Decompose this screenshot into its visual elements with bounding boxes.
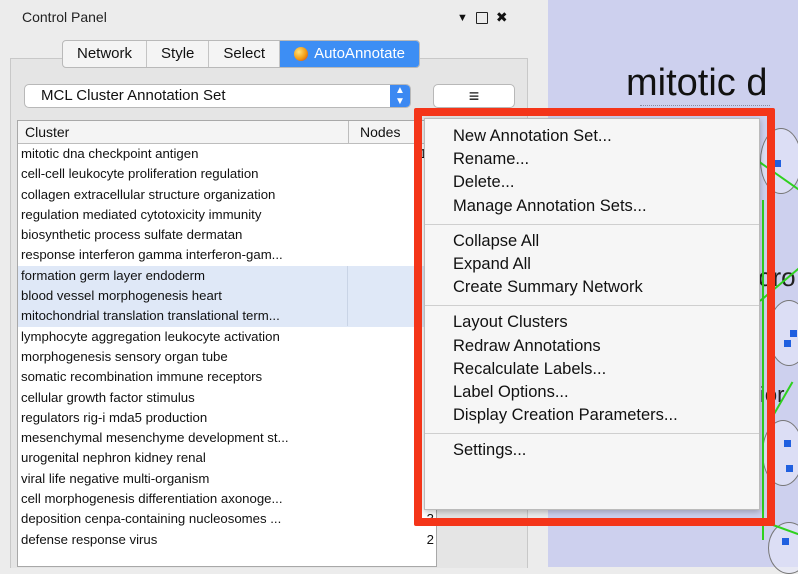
cluster-name-cell: urogenital nephron kidney renal (21, 450, 206, 466)
table-row[interactable]: mitotic dna checkpoint antigen10 (18, 144, 436, 164)
network-node (774, 160, 781, 167)
table-row[interactable]: defense response virus 2 (18, 530, 436, 550)
menu-highlight-box (414, 108, 775, 526)
table-row[interactable]: cellular growth factor stimulus (18, 388, 436, 408)
cluster-table[interactable]: Cluster Nodes mitotic dna checkpoint ant… (17, 120, 437, 567)
cluster-name-cell: mitotic dna checkpoint antigen (21, 146, 199, 161)
tab-autoannotate-label: AutoAnnotate (314, 45, 405, 62)
panel-titlebar: Control Panel ▼ ✖ (0, 0, 548, 30)
cluster-name-cell: defense response virus (21, 531, 158, 547)
close-icon[interactable]: ✖ (496, 9, 508, 26)
cluster-name-cell: cell morphogenesis differentiation axono… (21, 491, 283, 507)
tab-autoannotate[interactable]: AutoAnnotate (280, 41, 419, 67)
tab-select[interactable]: Select (209, 41, 281, 67)
tab-network[interactable]: Network (63, 41, 148, 67)
cluster-name-cell: mesenchymal mesenchyme development st... (21, 430, 289, 446)
table-row[interactable]: mitochondrial translation translational … (18, 306, 436, 327)
window-controls: ▼ ✖ (457, 9, 508, 26)
column-header-nodes: Nodes (360, 124, 401, 140)
annotation-set-value: MCL Cluster Annotation Set (41, 87, 226, 104)
table-row[interactable]: collagen extracellular structure organiz… (18, 185, 436, 205)
table-row[interactable]: regulators rig-i mda5 production (18, 408, 436, 428)
table-row[interactable]: morphogenesis sensory organ tube (18, 347, 436, 367)
network-node (784, 440, 791, 447)
cluster-name-cell: formation germ layer endoderm (21, 265, 348, 286)
hamburger-menu-button[interactable]: ≡ (433, 84, 515, 108)
cluster-name-cell: regulation mediated cytotoxicity immunit… (21, 206, 262, 222)
dropdown-arrow-icon[interactable]: ▼ (457, 12, 468, 24)
nodes-count-cell: 2 (426, 531, 434, 547)
cluster-name-cell: somatic recombination immune receptors (21, 369, 263, 385)
panel-tabs: Network Style Select AutoAnnotate (62, 40, 420, 68)
float-window-icon[interactable] (475, 11, 488, 24)
table-row[interactable]: urogenital nephron kidney renal (18, 448, 436, 468)
table-row[interactable]: formation germ layer endoderm (18, 265, 436, 287)
tab-style[interactable]: Style (147, 41, 210, 67)
cluster-name-cell: collagen extracellular structure organiz… (21, 186, 276, 202)
table-row[interactable]: biosynthetic process sulfate dermatan (18, 225, 436, 245)
annotation-set-select[interactable]: MCL Cluster Annotation Set ▲ ▼ (24, 84, 411, 108)
cluster-name-cell: deposition cenpa-containing nucleosomes … (21, 511, 282, 527)
table-row[interactable]: regulation mediated cytotoxicity immunit… (18, 205, 436, 225)
cluster-name-cell: biosynthetic process sulfate dermatan (21, 227, 243, 243)
table-row[interactable]: somatic recombination immune receptors (18, 367, 436, 387)
column-header-cluster[interactable]: Cluster (25, 124, 69, 140)
network-annotation-title: mitotic d (626, 62, 768, 104)
network-node (784, 340, 791, 347)
cluster-name-cell: cellular growth factor stimulus (21, 389, 195, 405)
cluster-name-cell: blood vessel morphogenesis heart (21, 286, 348, 307)
autoannotate-icon (294, 47, 309, 61)
table-row[interactable]: lymphocyte aggregation leukocyte activat… (18, 327, 436, 347)
table-row[interactable]: cell-cell leukocyte proliferation regula… (18, 164, 436, 184)
panel-title: Control Panel (22, 9, 107, 25)
network-node (782, 538, 789, 545)
cluster-name-cell: response interferon gamma interferon-gam… (21, 247, 283, 263)
network-node (790, 330, 797, 337)
cluster-name-cell: cell-cell leukocyte proliferation regula… (21, 166, 259, 182)
table-row[interactable]: response interferon gamma interferon-gam… (18, 245, 436, 265)
select-updown-icon: ▲ ▼ (390, 85, 410, 107)
cluster-name-cell: regulators rig-i mda5 production (21, 409, 208, 425)
table-row[interactable]: viral life negative multi-organism (18, 469, 436, 489)
table-row[interactable]: mesenchymal mesenchyme development st... (18, 428, 436, 448)
cluster-name-cell: morphogenesis sensory organ tube (21, 348, 228, 364)
table-row[interactable]: cell morphogenesis differentiation axono… (18, 489, 436, 509)
cluster-name-cell: lymphocyte aggregation leukocyte activat… (21, 328, 280, 344)
table-row[interactable]: deposition cenpa-containing nucleosomes … (18, 509, 436, 529)
cluster-name-cell: viral life negative multi-organism (21, 470, 210, 486)
table-header: Cluster Nodes (18, 121, 436, 144)
table-body: mitotic dna checkpoint antigen10 cell-cel… (18, 144, 436, 550)
network-node (786, 465, 793, 472)
cluster-name-cell: mitochondrial translation translational … (21, 306, 348, 327)
table-row[interactable]: blood vessel morphogenesis heart (18, 286, 436, 307)
